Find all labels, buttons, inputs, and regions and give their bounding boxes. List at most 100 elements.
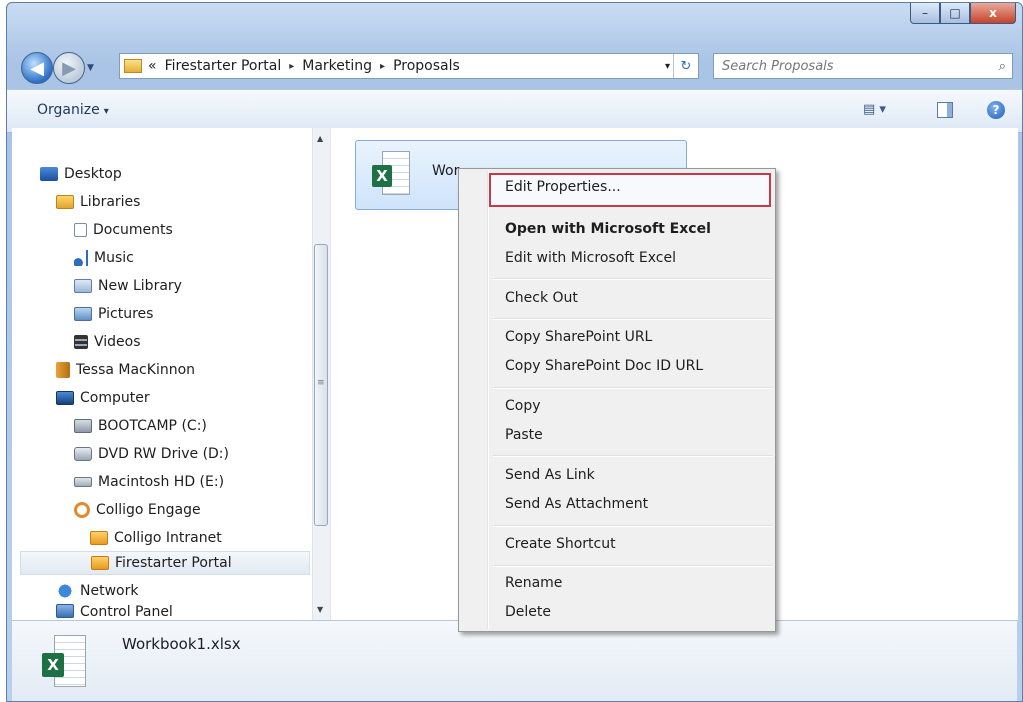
desktop-icon [40,167,58,181]
nav-item-label: Macintosh HD (E:) [98,474,225,490]
menu-separator [493,455,773,457]
nav-item-label: BOOTCAMP (C:) [98,418,207,434]
menu-item-send-as-link[interactable]: Send As Link [505,467,595,483]
excel-badge: X [372,165,392,187]
nav-item-pictures[interactable]: Pictures [74,302,153,326]
menu-item-paste[interactable]: Paste [505,427,543,443]
breadcrumb-separator[interactable]: ▸ [380,61,385,72]
computer-icon [56,391,74,405]
nav-item-music[interactable]: Music [74,246,134,270]
nav-item-new-library[interactable]: New Library [74,274,182,298]
nav-item-label: Pictures [98,306,154,322]
close-button[interactable]: x [970,3,1016,24]
menu-item-create-shortcut[interactable]: Create Shortcut [505,536,616,552]
nav-item-label: DVD RW Drive (D:) [98,446,229,462]
network-icon [56,584,74,598]
breadcrumb-marketing[interactable]: Marketing [302,58,372,74]
dvd-drive-icon [74,447,92,461]
nav-item-videos[interactable]: Videos [74,330,141,354]
excel-badge: X [42,653,64,677]
minimize-button[interactable]: – [910,3,940,24]
nav-item-label: Colligo Intranet [114,530,222,546]
address-dropdown-icon[interactable]: ▾ [665,61,670,72]
nav-item-desktop[interactable]: Desktop [40,162,122,186]
chevron-down-icon: ▾ [103,106,109,117]
menu-item-edit-with-excel[interactable]: Edit with Microsoft Excel [505,250,676,266]
breadcrumb-overflow[interactable]: « [148,58,157,74]
help-icon[interactable]: ? [987,101,1005,119]
user-folder-icon [56,362,70,378]
menu-item-send-as-attachment[interactable]: Send As Attachment [505,496,648,512]
nav-item-libraries[interactable]: Libraries [56,190,140,214]
breadcrumb-separator[interactable]: ▸ [289,61,294,72]
preview-pane-icon[interactable] [937,102,953,118]
colligo-icon [74,502,90,518]
nav-item-colligo-intranet[interactable]: Colligo Intranet [90,526,222,550]
nav-item-label: Network [80,583,139,599]
nav-item-documents[interactable]: Documents [74,218,173,242]
address-bar[interactable]: « Firestarter Portal ▸ Marketing ▸ Propo… [119,53,699,79]
sharepoint-site-icon [91,556,109,570]
forward-arrow-icon[interactable]: ▶ [53,52,85,84]
menu-item-copy-sharepoint-url[interactable]: Copy SharePoint URL [505,329,652,345]
back-arrow-icon[interactable]: ◀ [21,52,53,84]
nav-item-tessa-mackinnon[interactable]: Tessa MacKinnon [56,358,195,382]
videos-icon [74,335,88,349]
menu-separator [493,387,773,389]
menu-item-rename[interactable]: Rename [505,575,562,591]
menu-separator [493,318,773,320]
menu-item-edit-properties[interactable]: Edit Properties... [505,179,621,195]
search-box[interactable]: ⌕ [713,53,1013,79]
details-file-name: Workbook1.xlsx [122,635,241,653]
menu-separator [493,278,773,280]
nav-item-computer[interactable]: Computer [56,386,150,410]
nav-item-label: Firestarter Portal [115,555,232,571]
breadcrumb-proposals[interactable]: Proposals [393,58,460,74]
menu-item-check-out[interactable]: Check Out [505,290,578,306]
menu-item-delete[interactable]: Delete [505,604,551,620]
menu-item-copy-doc-id-url[interactable]: Copy SharePoint Doc ID URL [505,358,703,374]
excel-file-icon: X [42,635,86,687]
menu-separator [493,565,773,567]
nav-item-label: Control Panel [80,604,173,620]
change-view-icon[interactable]: ▤ ▾ [863,102,886,117]
music-icon [74,250,88,266]
nav-item-firestarter-portal[interactable]: Firestarter Portal [20,551,310,575]
details-pane: X Workbook1.xlsx [12,620,1017,701]
organize-button[interactable]: Organize ▾ [37,102,109,118]
nav-item-label: Tessa MacKinnon [76,362,196,378]
nav-item-label: Videos [94,334,141,350]
menu-separator [493,525,773,527]
nav-item-label: Colligo Engage [96,502,201,518]
scroll-up-icon[interactable]: ▲ [317,134,323,143]
breadcrumb-firestarter-portal[interactable]: Firestarter Portal [165,58,282,74]
folder-icon [124,59,142,73]
caption-buttons: – □ x [910,3,1016,25]
menu-item-open-with-excel[interactable]: Open with Microsoft Excel [505,221,711,237]
nav-item-colligo-engage[interactable]: Colligo Engage [74,498,201,522]
navigation-pane: Desktop Libraries Documents Music New Li… [12,128,312,620]
nav-item-label: Documents [93,222,173,238]
search-icon[interactable]: ⌕ [999,59,1006,74]
refresh-icon[interactable]: ↻ [673,54,698,78]
context-menu: Edit Properties... Open with Microsoft E… [458,168,776,632]
maximize-button[interactable]: □ [940,3,970,24]
scroll-down-icon[interactable]: ▼ [317,605,323,614]
nav-item-control-panel[interactable]: Control Panel [56,604,173,620]
nav-item-dvd-drive[interactable]: DVD RW Drive (D:) [74,442,229,466]
menu-item-copy[interactable]: Copy [505,398,541,414]
nav-item-bootcamp[interactable]: BOOTCAMP (C:) [74,414,207,438]
nav-item-label: Libraries [80,194,141,210]
scroll-grip-icon: ≡ [317,378,325,388]
nav-item-macintosh-hd[interactable]: Macintosh HD (E:) [74,470,224,494]
nav-item-label: Music [94,250,134,266]
nav-pane-scrollbar[interactable]: ▲ ≡ ▼ [312,128,330,620]
search-input[interactable] [714,57,974,75]
pictures-icon [74,307,92,321]
nav-item-network[interactable]: Network [56,579,138,603]
nav-item-label: Computer [80,390,150,406]
file-name: Wor [432,163,460,179]
drive-icon [74,419,92,433]
documents-icon [74,223,87,237]
recent-pages-dropdown[interactable]: ▼ [87,63,94,73]
